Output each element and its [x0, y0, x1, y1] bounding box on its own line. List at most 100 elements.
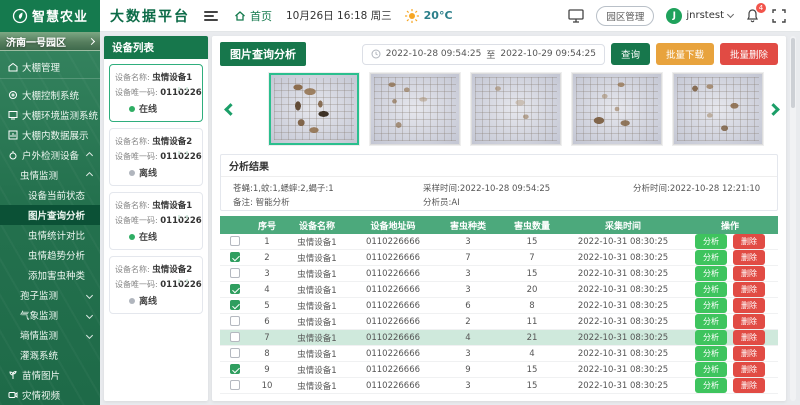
- analyze-button[interactable]: 分析: [695, 314, 727, 329]
- sidebar-item-insect-stats[interactable]: 虫情统计对比: [0, 225, 100, 245]
- device-card[interactable]: 设备名称: 虫情设备2 设备唯一码: 0110226666 离线: [109, 256, 203, 314]
- control-system-icon: [8, 90, 18, 100]
- analyze-button[interactable]: 分析: [695, 378, 727, 393]
- delete-button[interactable]: 删除: [733, 266, 765, 281]
- notifications-button[interactable]: 4: [745, 8, 760, 23]
- cell-count: 20: [500, 282, 564, 298]
- user-menu[interactable]: J jnrstest: [666, 8, 733, 24]
- row-checkbox[interactable]: [230, 332, 240, 342]
- cell-code: 0110226666: [350, 266, 436, 282]
- sidebar-item-spore-monitor[interactable]: 孢子监测: [0, 285, 100, 305]
- device-name-label: 设备名称:: [115, 201, 150, 210]
- analyze-button[interactable]: 分析: [695, 330, 727, 345]
- sidebar-item-label: 气象监测: [20, 308, 58, 322]
- analyze-button[interactable]: 分析: [695, 234, 727, 249]
- batch-download-button[interactable]: 批量下载: [656, 43, 714, 65]
- delete-button[interactable]: 删除: [733, 330, 765, 345]
- sidebar-item-irrigation[interactable]: 灌溉系统: [0, 345, 100, 365]
- analyze-button[interactable]: 分析: [695, 346, 727, 361]
- sidebar-item-outdoor-devices[interactable]: 户外检测设备: [0, 145, 100, 165]
- delete-button[interactable]: 删除: [733, 298, 765, 313]
- sidebar-item-seedling-images[interactable]: 苗情图片: [0, 365, 100, 385]
- analyze-button[interactable]: 分析: [695, 362, 727, 377]
- delete-button[interactable]: 删除: [733, 234, 765, 249]
- carousel-next-button[interactable]: [769, 98, 778, 120]
- chevron-down-icon: [727, 11, 734, 18]
- insect-trap-photo[interactable]: [269, 73, 359, 145]
- analyze-button[interactable]: 分析: [695, 266, 727, 281]
- collapse-menu-icon[interactable]: [204, 11, 218, 21]
- row-checkbox[interactable]: [230, 252, 240, 262]
- row-checkbox[interactable]: [230, 236, 240, 246]
- table-row: 5 虫情设备1 0110226666 6 8 2022-10-31 08:30:…: [220, 298, 778, 314]
- scrollbar[interactable]: [790, 36, 796, 401]
- analyze-button[interactable]: 分析: [695, 282, 727, 297]
- sidebar-item-image-query[interactable]: 图片查询分析: [0, 205, 100, 225]
- device-code-label: 设备唯一码:: [115, 280, 158, 289]
- sidebar-item-device-status[interactable]: 设备当前状态: [0, 185, 100, 205]
- sidebar-item-label: 户外检测设备: [22, 148, 79, 162]
- chevron-down-icon: [86, 291, 93, 298]
- row-checkbox[interactable]: [230, 268, 240, 278]
- sidebar-item-disaster-video[interactable]: 灾情视频: [0, 385, 100, 405]
- row-checkbox[interactable]: [230, 300, 240, 310]
- scrollbar-thumb[interactable]: [791, 38, 795, 108]
- sidebar-item-insect-monitor[interactable]: 虫情监测: [0, 165, 100, 185]
- delete-button[interactable]: 删除: [733, 378, 765, 393]
- batch-delete-button[interactable]: 批量删除: [720, 43, 778, 65]
- analyze-button[interactable]: 分析: [695, 298, 727, 313]
- analyze-button[interactable]: 分析: [695, 250, 727, 265]
- delete-button[interactable]: 删除: [733, 282, 765, 297]
- sidebar-item-env-monitor[interactable]: 大棚环境监测系统: [0, 105, 100, 125]
- sidebar-item-data-display[interactable]: 大棚内数据展示: [0, 125, 100, 145]
- row-checkbox[interactable]: [230, 316, 240, 326]
- device-card[interactable]: 设备名称: 虫情设备1 设备唯一码: 0110226666 在线: [109, 192, 203, 250]
- delete-button[interactable]: 删除: [733, 362, 765, 377]
- fullscreen-icon[interactable]: [772, 9, 786, 23]
- sidebar-item-label: 大棚内数据展示: [22, 128, 89, 142]
- insect-trap-photo[interactable]: [370, 73, 460, 145]
- delete-button[interactable]: 删除: [733, 314, 765, 329]
- sidebar-item-label: 添加害虫种类: [28, 268, 85, 282]
- leaf-logo-icon: [12, 8, 28, 24]
- sidebar-item-label: 虫情统计对比: [28, 228, 85, 242]
- env-monitor-icon: [8, 110, 18, 120]
- carousel-prev-button[interactable]: [226, 98, 235, 120]
- cell-species: 3: [436, 266, 500, 282]
- sidebar-item-soil-monitor[interactable]: 墒情监测: [0, 325, 100, 345]
- cell-count: 8: [500, 298, 564, 314]
- home-nav[interactable]: 首页: [234, 8, 272, 24]
- col-time: 采集时间: [564, 216, 682, 234]
- sun-weather-icon: [404, 8, 420, 24]
- row-checkbox[interactable]: [230, 364, 240, 374]
- cell-code: 0110226666: [350, 234, 436, 250]
- video-icon: [8, 390, 18, 400]
- row-checkbox[interactable]: [230, 284, 240, 294]
- cell-time: 2022-10-31 08:30:25: [564, 250, 682, 266]
- insect-trap-photo[interactable]: [471, 73, 561, 145]
- status-text: 在线: [139, 230, 157, 243]
- device-card[interactable]: 设备名称: 虫情设备2 设备唯一码: 0110226666 离线: [109, 128, 203, 186]
- sidebar-item-insect-trend[interactable]: 虫情趋势分析: [0, 245, 100, 265]
- insect-trap-photo[interactable]: [572, 73, 662, 145]
- date-range-picker[interactable]: 2022-10-28 09:54:25 至 2022-10-29 09:54:2…: [362, 44, 605, 65]
- sidebar-item-weather-monitor[interactable]: 气象监测: [0, 305, 100, 325]
- sidebar-item-add-pest[interactable]: 添加害虫种类: [0, 265, 100, 285]
- cell-device: 虫情设备1: [284, 266, 350, 282]
- delete-button[interactable]: 删除: [733, 250, 765, 265]
- sidebar-item-greenhouse-control[interactable]: 大棚控制系统: [0, 85, 100, 105]
- row-checkbox[interactable]: [230, 348, 240, 358]
- device-card[interactable]: 设备名称: 虫情设备1 设备唯一码: 0110226666 在线: [109, 64, 203, 122]
- delete-button[interactable]: 删除: [733, 346, 765, 361]
- cell-time: 2022-10-31 08:30:25: [564, 234, 682, 250]
- col-actions: 操作: [682, 216, 778, 234]
- monitor-screen-icon[interactable]: [568, 9, 584, 23]
- row-checkbox[interactable]: [230, 380, 240, 390]
- query-button[interactable]: 查询: [611, 43, 650, 65]
- photo-grid-texture: [677, 77, 759, 141]
- insect-trap-photo[interactable]: [673, 73, 763, 145]
- cell-species: 7: [436, 250, 500, 266]
- park-selector[interactable]: 济南一号园区: [0, 32, 100, 51]
- park-manage-button[interactable]: 园区管理: [596, 6, 654, 26]
- sidebar-item-greenhouse-manage[interactable]: 大棚管理: [0, 55, 100, 79]
